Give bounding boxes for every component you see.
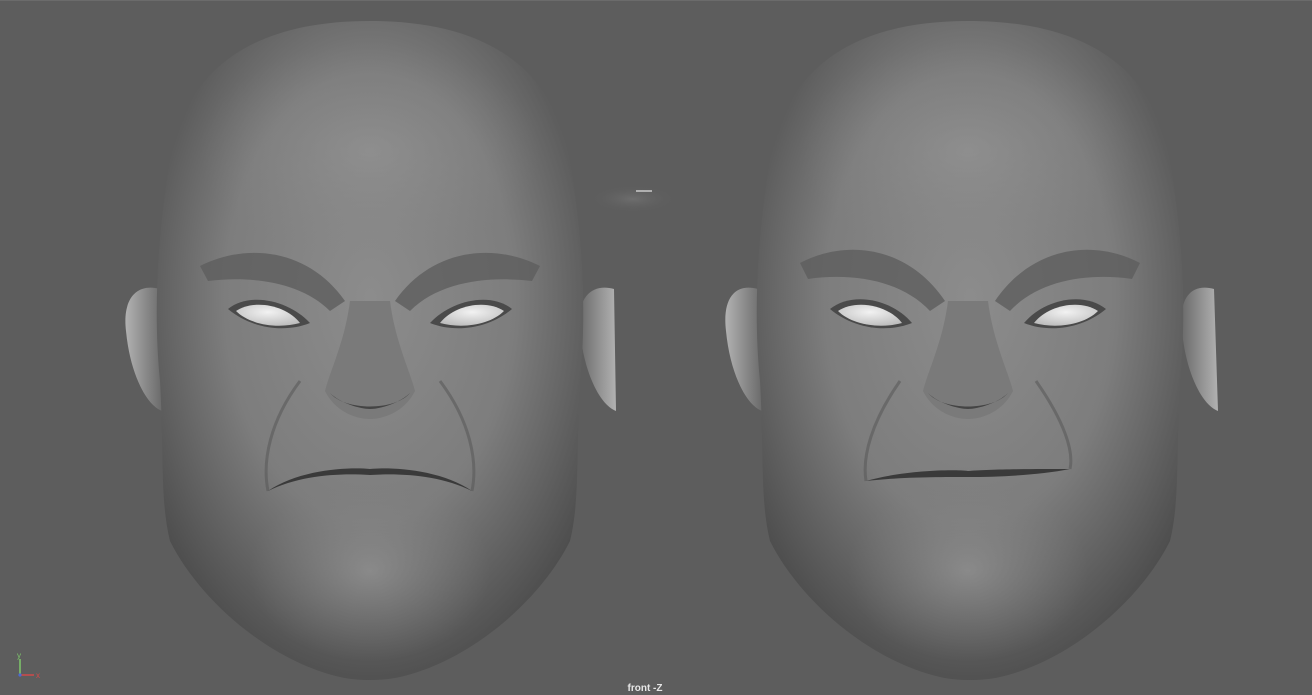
x-axis-label: x (36, 671, 40, 680)
right-ear (1181, 287, 1218, 411)
3d-viewport[interactable]: y x front -Z (0, 0, 1312, 694)
right-ear (579, 287, 616, 411)
forehead-highlight (200, 41, 540, 261)
chin-highlight (848, 481, 1088, 661)
viewport-scene[interactable] (0, 1, 1312, 695)
forehead-highlight (798, 41, 1138, 261)
left-ear (125, 287, 162, 411)
axis-gizmo-icon: y x (17, 651, 40, 680)
left-ear (725, 287, 762, 411)
camera-name-label: front -Z (627, 683, 663, 694)
z-axis-dot (18, 673, 22, 677)
head-model-left[interactable] (125, 21, 616, 680)
head-model-right[interactable] (725, 21, 1218, 680)
pivot-marker-icon[interactable] (588, 183, 678, 215)
y-axis-label: y (17, 651, 21, 660)
chin-highlight (250, 481, 490, 661)
